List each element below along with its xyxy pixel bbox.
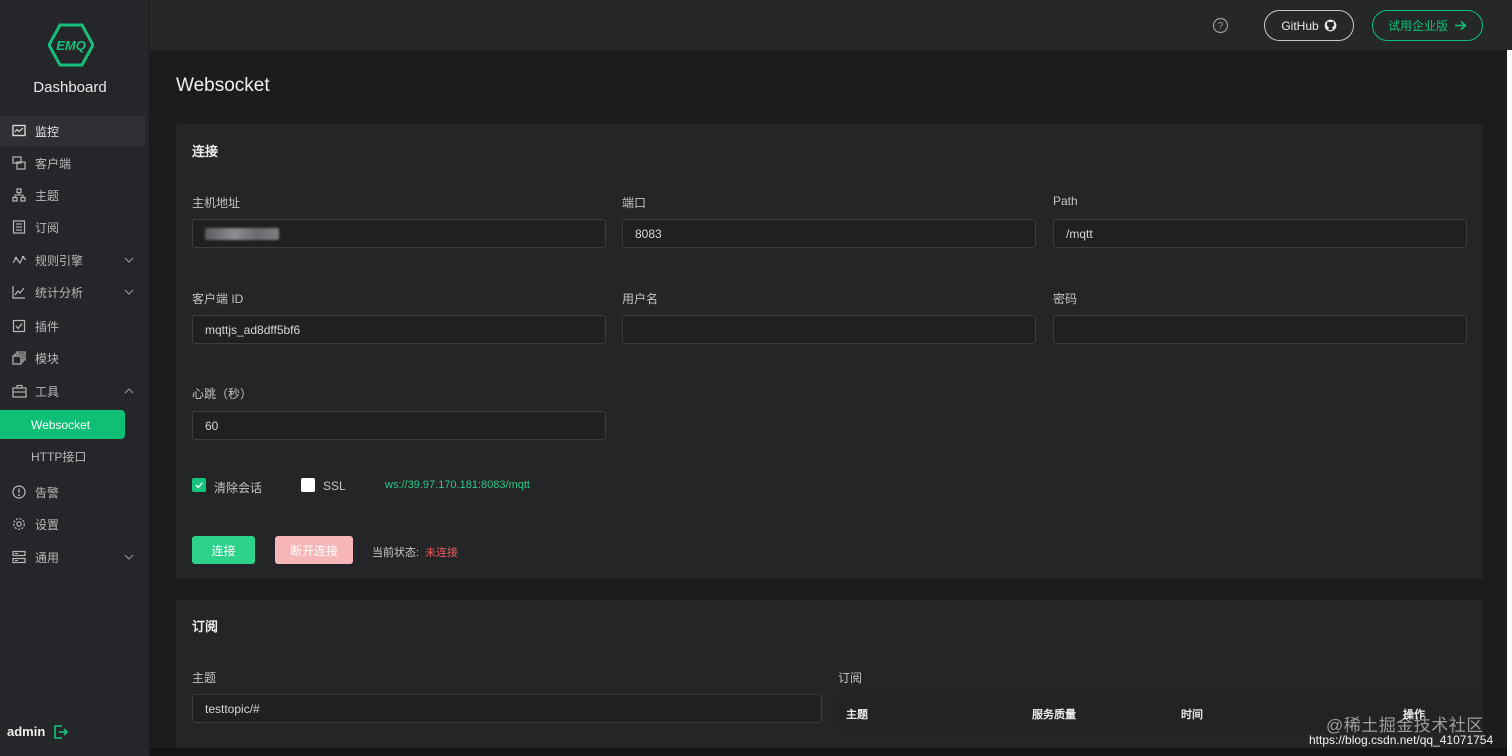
enterprise-label: 试用企业版 bbox=[1387, 19, 1448, 33]
subscribe-card bbox=[176, 600, 1483, 756]
chevron-down-icon bbox=[124, 257, 134, 263]
sidebar-item-label: 订阅 bbox=[35, 220, 60, 235]
sidebar-item-label: 告警 bbox=[35, 485, 60, 500]
logout-icon[interactable] bbox=[53, 724, 69, 740]
current-user: admin bbox=[7, 724, 46, 739]
connect-button[interactable]: 连接 bbox=[192, 536, 255, 564]
subscriptions-icon bbox=[11, 219, 27, 235]
sidebar-item-settings[interactable]: 设置 bbox=[0, 509, 145, 539]
sidebar-subitem-http-api[interactable]: HTTP接口 bbox=[0, 442, 125, 471]
monitor-icon bbox=[11, 123, 27, 139]
general-icon bbox=[11, 549, 27, 565]
sidebar-item-label: 监控 bbox=[35, 124, 60, 139]
sidebar-item-label: 统计分析 bbox=[35, 285, 84, 300]
host-input[interactable] bbox=[192, 219, 606, 248]
alarm-icon bbox=[11, 484, 27, 500]
disconnect-button[interactable]: 断开连接 bbox=[275, 536, 353, 564]
status-label: 当前状态: bbox=[372, 547, 420, 559]
password-input[interactable] bbox=[1053, 315, 1467, 344]
client-id-label: 客户端 ID bbox=[192, 292, 244, 306]
column-header-time: 时间 bbox=[1181, 709, 1203, 721]
password-label: 密码 bbox=[1053, 292, 1078, 306]
emq-logo[interactable]: EMQ bbox=[48, 22, 94, 68]
ws-url: ws://39.97.170.181:8083/mqtt bbox=[385, 479, 530, 491]
keepalive-input[interactable]: 60 bbox=[192, 411, 606, 440]
topic-input[interactable]: testtopic/# bbox=[192, 694, 822, 723]
tools-icon bbox=[11, 383, 27, 399]
sidebar-item-plugins[interactable]: 插件 bbox=[0, 311, 145, 341]
github-icon bbox=[1324, 19, 1337, 32]
sidebar-item-label: 模块 bbox=[35, 351, 60, 366]
username-input[interactable] bbox=[622, 315, 1036, 344]
github-button[interactable]: GitHub bbox=[1264, 10, 1354, 41]
ssl-checkbox[interactable] bbox=[301, 478, 315, 492]
sidebar-item-rule-engine[interactable]: 规则引擎 bbox=[0, 245, 145, 275]
subscribe-title: 订阅 bbox=[192, 619, 219, 634]
chevron-up-icon bbox=[124, 388, 134, 394]
status-value: 未连接 bbox=[425, 547, 458, 559]
clean-session-checkbox[interactable] bbox=[192, 478, 206, 492]
brand-title: Dashboard bbox=[33, 79, 107, 96]
host-label: 主机地址 bbox=[192, 196, 241, 210]
client-id-input[interactable]: mqttjs_ad8dff5bf6 bbox=[192, 315, 606, 344]
sidebar-item-label: 规则引擎 bbox=[35, 253, 84, 268]
chevron-down-icon bbox=[124, 289, 134, 295]
path-label: Path bbox=[1053, 194, 1078, 208]
plugins-icon bbox=[11, 318, 27, 334]
port-input[interactable]: 8083 bbox=[622, 219, 1036, 248]
sidebar-item-subscriptions[interactable]: 订阅 bbox=[0, 212, 145, 242]
settings-icon bbox=[11, 516, 27, 532]
connection-card bbox=[176, 124, 1483, 579]
sidebar-item-label: 插件 bbox=[35, 319, 60, 334]
github-label: GitHub bbox=[1281, 18, 1319, 33]
check-icon bbox=[195, 482, 203, 489]
logo-text: EMQ bbox=[56, 38, 86, 53]
sidebar-subitem-websocket[interactable]: Websocket bbox=[0, 410, 125, 439]
page-title: Websocket bbox=[176, 75, 270, 96]
analytics-icon bbox=[11, 284, 27, 300]
sidebar-item-topics[interactable]: 主题 bbox=[0, 180, 145, 210]
keepalive-label: 心跳（秒） bbox=[192, 387, 253, 401]
chevron-down-icon bbox=[124, 554, 134, 560]
sidebar-item-label: 工具 bbox=[35, 384, 60, 399]
sidebar-item-label: 通用 bbox=[35, 550, 60, 565]
port-label: 端口 bbox=[622, 196, 647, 210]
sidebar-item-label: 设置 bbox=[35, 517, 60, 532]
sidebar-item-tools[interactable]: 工具 bbox=[0, 376, 145, 406]
sidebar-item-label: 客户端 bbox=[35, 156, 72, 171]
username-label: 用户名 bbox=[622, 292, 659, 306]
try-enterprise-button[interactable]: 试用企业版 bbox=[1372, 10, 1483, 41]
column-header-qos: 服务质量 bbox=[1032, 709, 1076, 721]
sidebar-item-monitor[interactable]: 监控 bbox=[0, 116, 145, 146]
arrow-right-icon bbox=[1455, 20, 1467, 31]
clean-session-label: 清除会话 bbox=[214, 481, 263, 495]
clients-icon bbox=[11, 155, 27, 171]
modules-icon bbox=[11, 350, 27, 366]
sidebar: EMQ Dashboard 监控 客户端 主题 订阅 规则引擎 统计分析 插件 … bbox=[0, 0, 150, 756]
svg-text:?: ? bbox=[1218, 21, 1224, 32]
topic-label: 主题 bbox=[192, 671, 217, 685]
redacted-host-value bbox=[205, 227, 279, 240]
sidebar-item-clients[interactable]: 客户端 bbox=[0, 148, 145, 178]
watermark-url: https://blog.csdn.net/qq_41071754 bbox=[1309, 733, 1494, 747]
help-icon[interactable]: ? bbox=[1212, 17, 1229, 34]
bottom-strip bbox=[150, 748, 1512, 756]
path-input[interactable]: /mqtt bbox=[1053, 219, 1467, 248]
sidebar-item-alarm[interactable]: 告警 bbox=[0, 477, 145, 507]
subscription-list-label: 订阅 bbox=[838, 671, 863, 685]
sidebar-item-modules[interactable]: 模块 bbox=[0, 343, 145, 373]
sidebar-item-analytics[interactable]: 统计分析 bbox=[0, 277, 145, 307]
topics-icon bbox=[11, 187, 27, 203]
scrollbar[interactable] bbox=[1507, 50, 1512, 756]
rule-engine-icon bbox=[11, 252, 27, 268]
ssl-label: SSL bbox=[323, 479, 346, 493]
sidebar-item-general[interactable]: 通用 bbox=[0, 542, 145, 572]
connection-title: 连接 bbox=[192, 144, 219, 159]
sidebar-item-label: 主题 bbox=[35, 188, 60, 203]
column-header-topic: 主题 bbox=[846, 709, 868, 721]
